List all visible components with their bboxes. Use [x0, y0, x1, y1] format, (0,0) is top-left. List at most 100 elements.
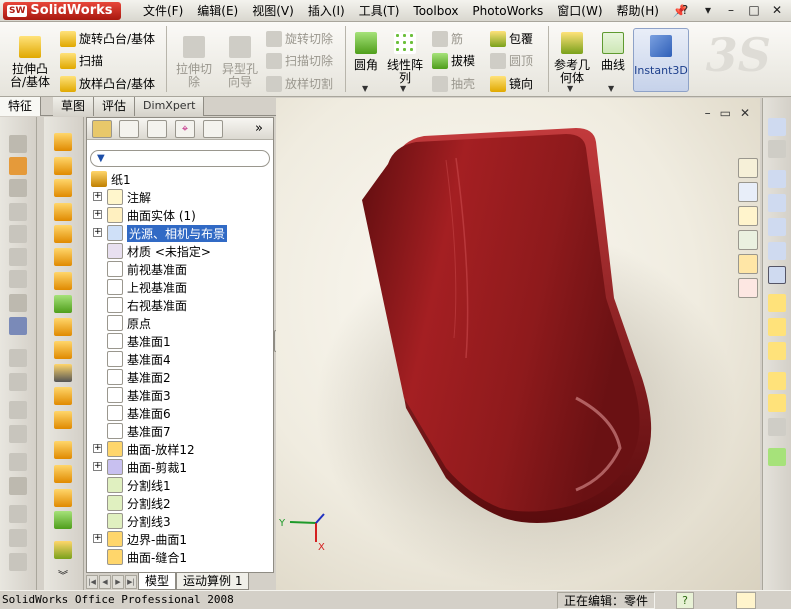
fillet-dropdown-icon[interactable]: ▼ [362, 84, 368, 93]
toolbar-icon[interactable] [54, 387, 72, 405]
draft-button[interactable]: 拔模 [432, 52, 475, 69]
menu-view[interactable]: 视图(V) [245, 0, 301, 22]
linear-pattern-button[interactable]: 线性阵列 [384, 32, 426, 85]
tab-features[interactable]: 特征 [0, 97, 42, 116]
tree-item[interactable]: 材质 <未指定> [107, 242, 211, 260]
hole-wizard-button[interactable]: 异型孔向导 [218, 36, 262, 89]
tree-item[interactable]: 曲面-放样12 [107, 440, 195, 458]
tree-item[interactable]: 曲面实体 (1) [107, 206, 196, 224]
revolve-boss-button[interactable]: 旋转凸台/基体 [60, 30, 155, 47]
tab-model[interactable]: 模型 [138, 573, 177, 590]
shell-button[interactable]: 抽壳 [432, 75, 475, 92]
display-manager-tab-icon[interactable] [203, 120, 223, 138]
toolbar-icon[interactable] [9, 529, 27, 547]
toolbar-icon[interactable] [9, 203, 27, 221]
expand-toggle-icon[interactable]: + [93, 534, 102, 543]
toolbar-icon[interactable] [54, 318, 72, 336]
toolbar-icon[interactable] [9, 135, 27, 153]
dome-button[interactable]: 圆顶 [490, 52, 533, 69]
tree-item[interactable]: 边界-曲面1 [107, 530, 187, 548]
wrap-button[interactable]: 包覆 [490, 30, 533, 47]
rib-button[interactable]: 筋 [432, 30, 463, 47]
toolbar-icon[interactable] [9, 317, 27, 335]
toolbar-icon[interactable] [54, 541, 72, 559]
curves-dropdown-icon[interactable]: ▼ [608, 84, 614, 93]
tree-item[interactable]: 分割线1 [107, 476, 171, 494]
help-status-button[interactable]: ? [676, 592, 694, 609]
rebuild-status-icon[interactable] [736, 592, 756, 609]
more-tabs-icon[interactable]: » [255, 121, 263, 136]
loft-cut-button[interactable]: 放样切割 [266, 75, 333, 92]
reference-geometry-button[interactable]: 参考几何体 [552, 32, 592, 85]
menu-toolbox[interactable]: Toolbox [406, 0, 465, 22]
mirror-button[interactable]: 镜向 [490, 75, 533, 92]
task-pane-icon[interactable] [768, 194, 786, 212]
toolbar-icon[interactable] [9, 453, 27, 471]
last-tab-arrow-icon[interactable]: ▶| [125, 575, 137, 589]
curves-button[interactable]: 曲线 [598, 32, 628, 72]
tree-item[interactable]: 基准面3 [107, 386, 171, 404]
tree-item[interactable]: 曲面-剪裁1 [107, 458, 187, 476]
toolbar-icon[interactable] [9, 349, 27, 367]
tree-item[interactable]: 基准面7 [107, 422, 171, 440]
tree-item[interactable]: 右视基准面 [107, 296, 187, 314]
tree-item[interactable]: 前视基准面 [107, 260, 187, 278]
expand-toggle-icon[interactable]: + [93, 210, 102, 219]
tree-part-root[interactable]: 纸1 [91, 170, 131, 188]
help-button[interactable]: ? [675, 1, 695, 20]
toolbar-icon[interactable] [54, 203, 72, 221]
task-pane-icon[interactable] [768, 342, 786, 360]
task-pane-icon[interactable] [768, 218, 786, 236]
toolbar-icon[interactable] [54, 248, 72, 266]
chevron-down-icon[interactable]: ︾ [58, 567, 68, 582]
tree-item[interactable]: 基准面1 [107, 332, 171, 350]
sweep-cut-button[interactable]: 扫描切除 [266, 52, 333, 69]
extrude-boss-button[interactable]: 拉伸凸台/基体 [8, 36, 52, 89]
loft-boss-button[interactable]: 放样凸台/基体 [60, 75, 155, 92]
minimize-button[interactable]: – [721, 1, 741, 20]
menu-window[interactable]: 窗口(W) [550, 0, 609, 22]
task-pane-icon[interactable] [768, 318, 786, 336]
tree-item[interactable]: 基准面2 [107, 368, 171, 386]
menu-edit[interactable]: 编辑(E) [190, 0, 245, 22]
tree-item[interactable]: 分割线3 [107, 512, 171, 530]
instant3d-button[interactable]: Instant3D [633, 28, 689, 92]
close-button[interactable]: ✕ [767, 1, 787, 20]
menu-insert[interactable]: 插入(I) [301, 0, 352, 22]
toolbar-icon[interactable] [9, 505, 27, 523]
toolbar-icon[interactable] [9, 373, 27, 391]
solidworks-logo[interactable]: SW SolidWorks [3, 2, 121, 20]
tree-item[interactable]: 曲面-缝合1 [107, 548, 187, 566]
tree-item[interactable]: 原点 [107, 314, 151, 332]
toolbar-icon[interactable] [54, 225, 72, 243]
tab-evaluate[interactable]: 评估 [94, 97, 136, 116]
toolbar-icon[interactable] [9, 401, 27, 419]
toolbar-icon[interactable] [54, 441, 72, 459]
toolbar-icon[interactable] [54, 489, 72, 507]
toolbar-icon[interactable] [54, 465, 72, 483]
menu-tools[interactable]: 工具(T) [352, 0, 407, 22]
tree-item[interactable]: 基准面6 [107, 404, 171, 422]
toolbar-icon[interactable] [54, 364, 72, 382]
tree-item[interactable]: 光源、相机与布景 [107, 224, 228, 242]
toolbar-icon[interactable] [9, 225, 27, 243]
toolbar-icon[interactable] [9, 270, 27, 288]
menu-help[interactable]: 帮助(H) [610, 0, 666, 22]
tree-item[interactable]: 分割线2 [107, 494, 171, 512]
next-tab-arrow-icon[interactable]: ▶ [112, 575, 124, 589]
task-pane-icon[interactable] [768, 394, 786, 412]
expand-toggle-icon[interactable]: + [93, 444, 102, 453]
tree-filter-input[interactable]: ▼ [90, 150, 270, 167]
first-tab-arrow-icon[interactable]: |◀ [86, 575, 98, 589]
configuration-manager-tab-icon[interactable] [147, 120, 167, 138]
tree-item[interactable]: 基准面4 [107, 350, 171, 368]
task-pane-icon[interactable] [768, 170, 786, 188]
task-pane-icon[interactable] [768, 118, 786, 136]
expand-toggle-icon[interactable]: + [93, 462, 102, 471]
toolbar-icon[interactable] [54, 411, 72, 429]
tab-sketch[interactable]: 草图 [53, 97, 95, 116]
tab-dimxpert[interactable]: DimXpert [135, 97, 205, 116]
pattern-dropdown-icon[interactable]: ▼ [400, 84, 406, 93]
task-pane-icon[interactable] [768, 294, 786, 312]
property-manager-tab-icon[interactable] [119, 120, 139, 138]
